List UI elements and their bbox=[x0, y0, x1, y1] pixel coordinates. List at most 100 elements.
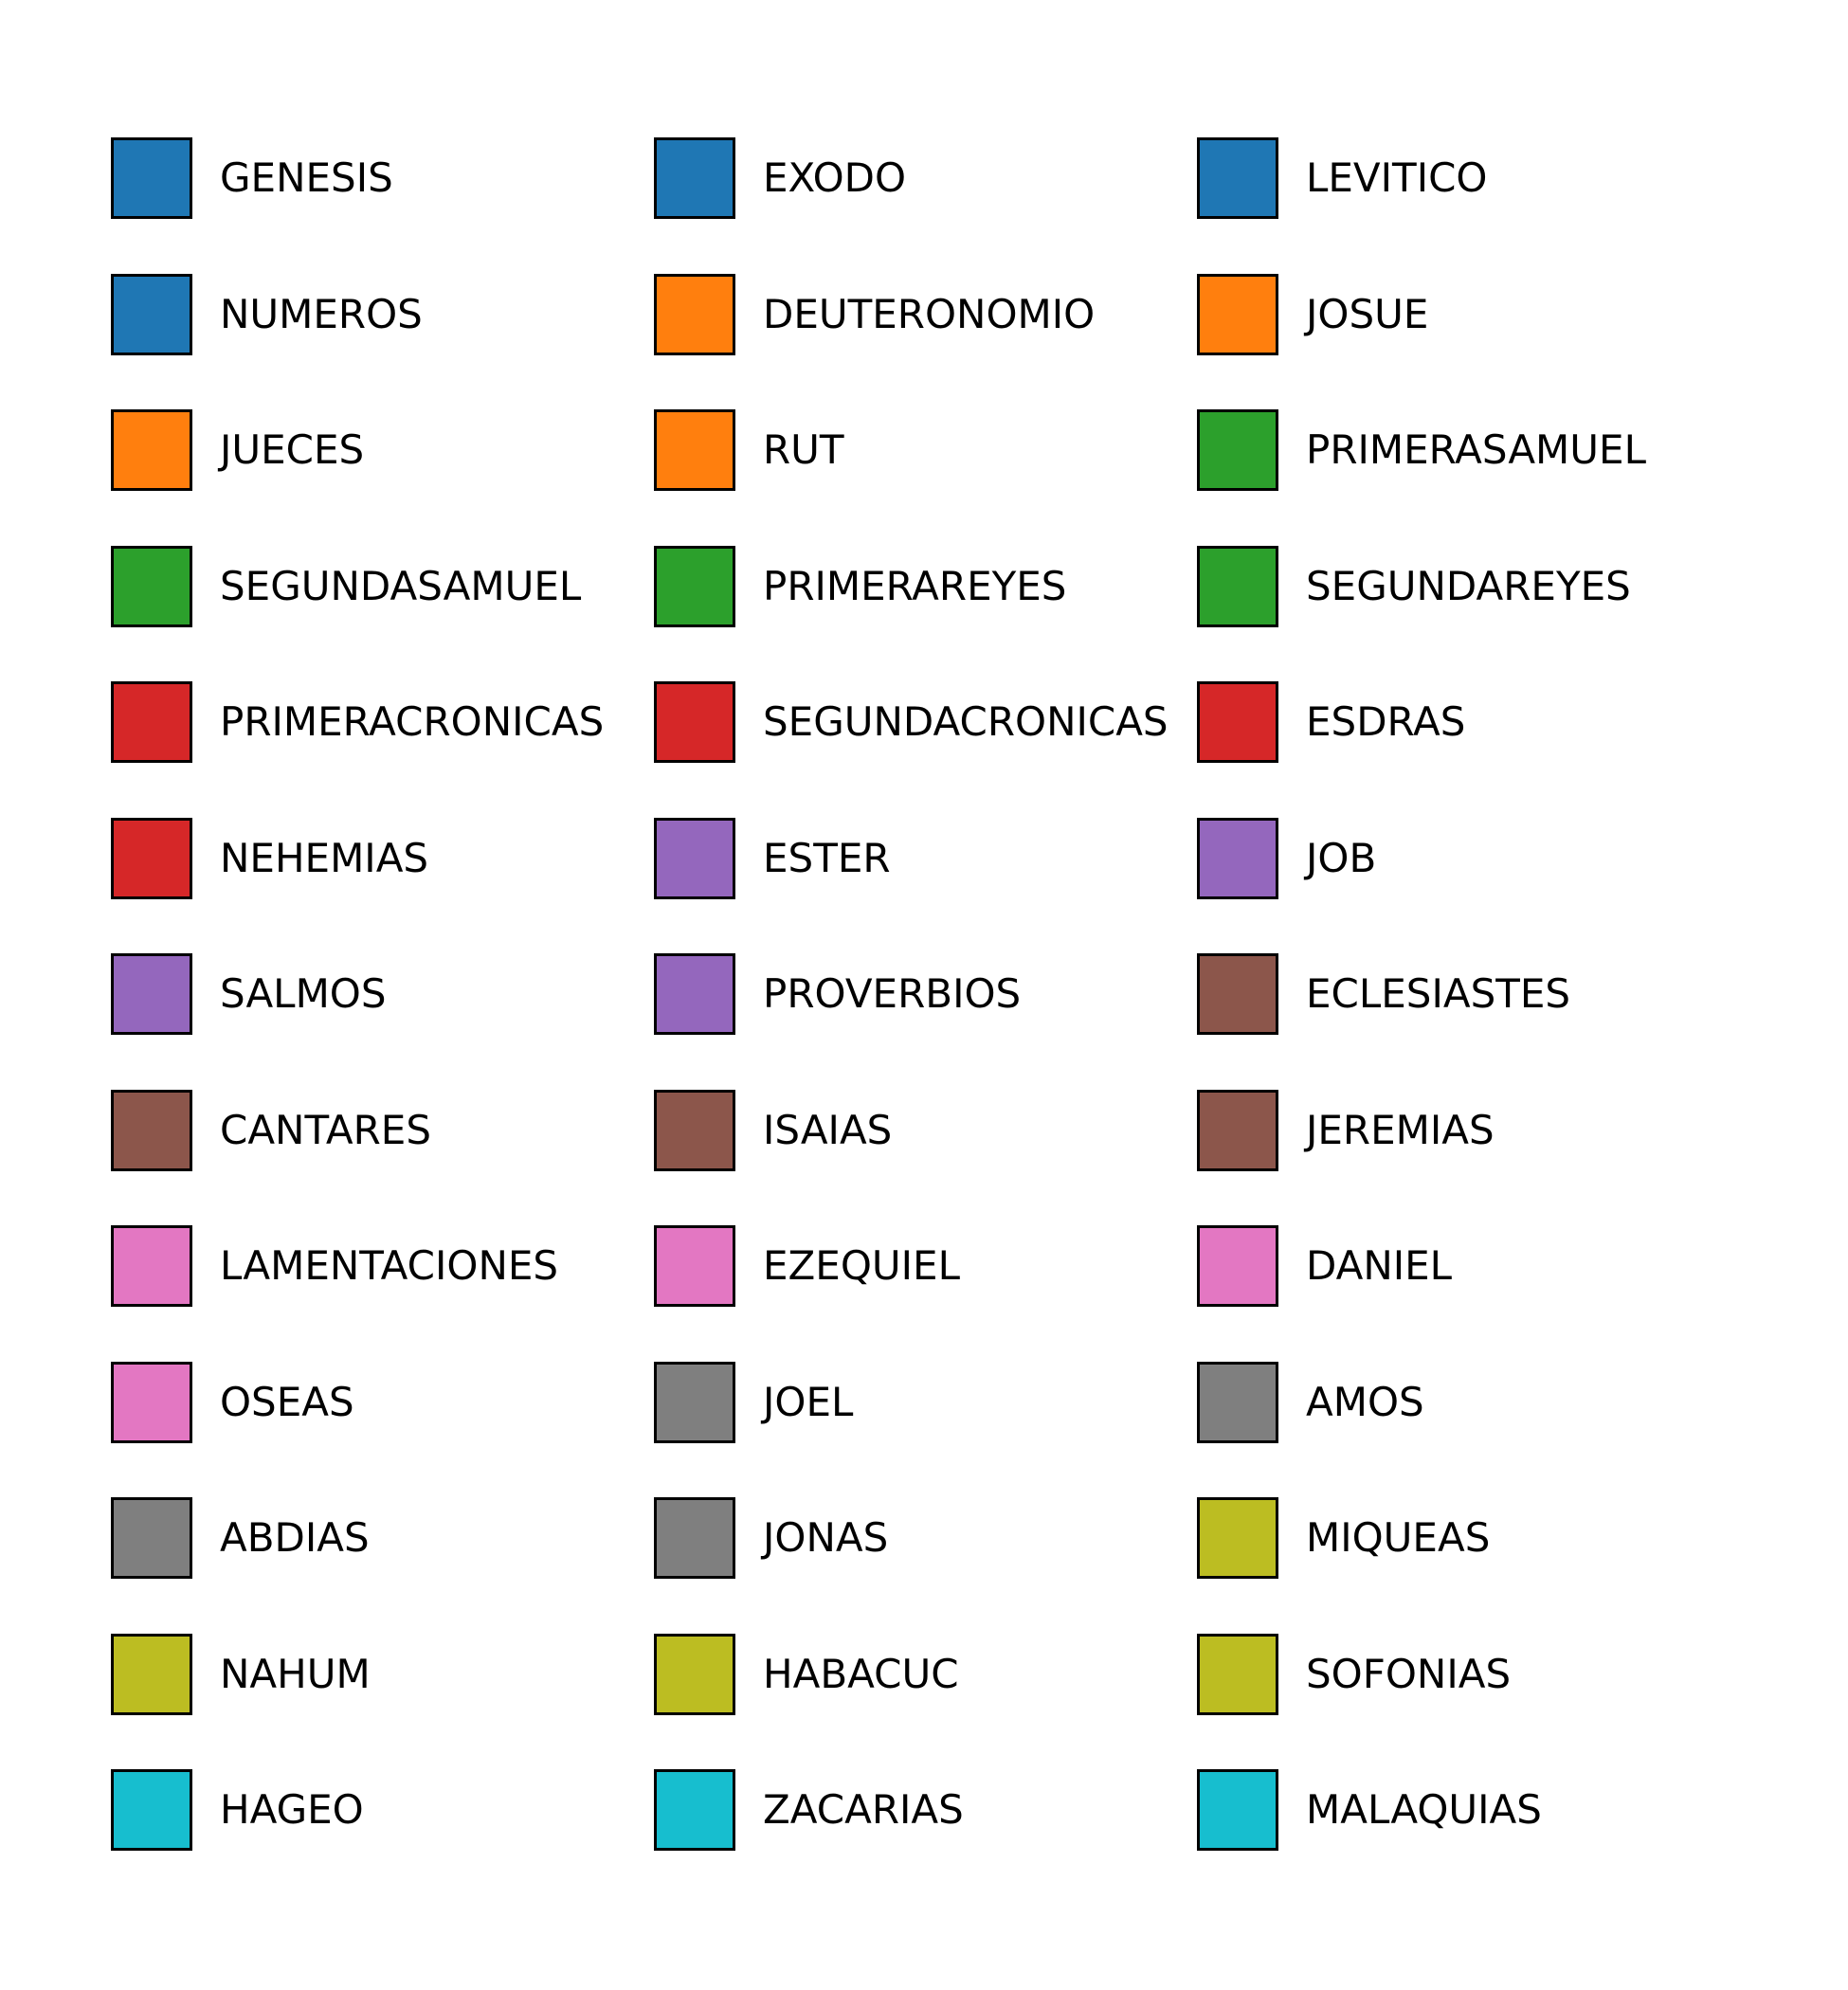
legend-swatch bbox=[1197, 1090, 1278, 1171]
legend-item: SEGUNDACRONICAS bbox=[654, 679, 1169, 765]
legend-label: MALAQUIAS bbox=[1306, 1786, 1542, 1833]
legend-item: DANIEL bbox=[1197, 1223, 1452, 1309]
legend-label: EXODO bbox=[763, 154, 907, 201]
legend-item: LEVITICO bbox=[1197, 136, 1487, 221]
legend-item: LAMENTACIONES bbox=[111, 1223, 558, 1309]
legend-item: JONAS bbox=[654, 1495, 888, 1581]
legend-label: LEVITICO bbox=[1306, 154, 1488, 201]
legend-swatch bbox=[111, 274, 192, 355]
legend-label: DEUTERONOMIO bbox=[763, 291, 1096, 337]
legend-swatch bbox=[654, 1225, 735, 1307]
legend-swatch bbox=[111, 1362, 192, 1443]
legend-swatch bbox=[111, 137, 192, 219]
legend-swatch bbox=[111, 1497, 192, 1579]
legend-item: MIQUEAS bbox=[1197, 1495, 1490, 1581]
legend-swatch bbox=[654, 1497, 735, 1579]
legend: GENESIS EXODO LEVITICO NUMEROS DEUTERONOMIO J… bbox=[0, 0, 1848, 1990]
legend-item: SEGUNDAREYES bbox=[1197, 544, 1631, 629]
legend-swatch bbox=[654, 681, 735, 763]
legend-swatch bbox=[654, 1634, 735, 1715]
legend-swatch bbox=[1197, 1634, 1278, 1715]
legend-label: ESDRAS bbox=[1306, 698, 1466, 745]
legend-swatch bbox=[1197, 1225, 1278, 1307]
legend-item: HAGEO bbox=[111, 1767, 364, 1853]
legend-item: EXODO bbox=[654, 136, 906, 221]
legend-swatch bbox=[1197, 137, 1278, 219]
legend-label: JONAS bbox=[763, 1514, 889, 1561]
legend-swatch bbox=[654, 546, 735, 627]
legend-item: ECLESIASTES bbox=[1197, 951, 1570, 1037]
legend-item: ISAIAS bbox=[654, 1088, 892, 1173]
legend-swatch bbox=[111, 953, 192, 1035]
legend-item: SALMOS bbox=[111, 951, 387, 1037]
legend-label: DANIEL bbox=[1306, 1242, 1453, 1289]
legend-item: PRIMERAREYES bbox=[654, 544, 1066, 629]
legend-item: JOEL bbox=[654, 1360, 853, 1445]
legend-swatch bbox=[654, 137, 735, 219]
legend-item: ESDRAS bbox=[1197, 679, 1465, 765]
legend-label: HAGEO bbox=[220, 1786, 364, 1833]
legend-item: RUT bbox=[654, 407, 844, 493]
legend-label: RUT bbox=[763, 426, 844, 473]
legend-swatch bbox=[654, 953, 735, 1035]
legend-item: ZACARIAS bbox=[654, 1767, 964, 1853]
legend-item: HABACUC bbox=[654, 1632, 959, 1717]
legend-swatch bbox=[1197, 546, 1278, 627]
legend-label: NUMEROS bbox=[220, 291, 423, 337]
legend-item: AMOS bbox=[1197, 1360, 1424, 1445]
legend-label: JOEL bbox=[763, 1379, 854, 1425]
legend-label: PRIMERAREYES bbox=[763, 563, 1067, 609]
legend-label: JUECES bbox=[220, 426, 365, 473]
legend-label: CANTARES bbox=[220, 1107, 431, 1153]
legend-label: PROVERBIOS bbox=[763, 970, 1022, 1017]
legend-label: PRIMERACRONICAS bbox=[220, 698, 605, 745]
legend-label: ZACARIAS bbox=[763, 1786, 964, 1833]
legend-swatch bbox=[111, 818, 192, 899]
legend-item: DEUTERONOMIO bbox=[654, 272, 1095, 357]
legend-item: NEHEMIAS bbox=[111, 816, 428, 901]
legend-swatch bbox=[654, 274, 735, 355]
legend-swatch bbox=[111, 681, 192, 763]
legend-label: LAMENTACIONES bbox=[220, 1242, 559, 1289]
legend-item: OSEAS bbox=[111, 1360, 354, 1445]
legend-item: MALAQUIAS bbox=[1197, 1767, 1542, 1853]
legend-swatch bbox=[1197, 409, 1278, 491]
legend-item: JUECES bbox=[111, 407, 364, 493]
legend-item: EZEQUIEL bbox=[654, 1223, 960, 1309]
legend-swatch bbox=[654, 1362, 735, 1443]
legend-item: CANTARES bbox=[111, 1088, 431, 1173]
legend-swatch bbox=[654, 1090, 735, 1171]
legend-swatch bbox=[654, 818, 735, 899]
legend-swatch bbox=[111, 1090, 192, 1171]
legend-label: PRIMERASAMUEL bbox=[1306, 426, 1646, 473]
legend-label: AMOS bbox=[1306, 1379, 1424, 1425]
legend-label: MIQUEAS bbox=[1306, 1514, 1491, 1561]
legend-item: NAHUM bbox=[111, 1632, 371, 1717]
legend-swatch bbox=[1197, 953, 1278, 1035]
legend-label: ECLESIASTES bbox=[1306, 970, 1571, 1017]
legend-item: JEREMIAS bbox=[1197, 1088, 1495, 1173]
legend-swatch bbox=[1197, 1497, 1278, 1579]
legend-item: PRIMERASAMUEL bbox=[1197, 407, 1646, 493]
legend-label: SEGUNDAREYES bbox=[1306, 563, 1631, 609]
legend-item: GENESIS bbox=[111, 136, 393, 221]
legend-label: SALMOS bbox=[220, 970, 387, 1017]
legend-label: JEREMIAS bbox=[1306, 1107, 1495, 1153]
legend-label: JOSUE bbox=[1306, 291, 1429, 337]
legend-label: SEGUNDASAMUEL bbox=[220, 563, 582, 609]
legend-label: OSEAS bbox=[220, 1379, 354, 1425]
legend-swatch bbox=[1197, 818, 1278, 899]
legend-label: GENESIS bbox=[220, 154, 393, 201]
legend-item: NUMEROS bbox=[111, 272, 423, 357]
legend-label: NEHEMIAS bbox=[220, 835, 429, 881]
legend-label: SOFONIAS bbox=[1306, 1651, 1512, 1697]
legend-item: ABDIAS bbox=[111, 1495, 370, 1581]
legend-label: JOB bbox=[1306, 835, 1377, 881]
legend-label: ISAIAS bbox=[763, 1107, 893, 1153]
legend-swatch bbox=[111, 1634, 192, 1715]
legend-swatch bbox=[1197, 681, 1278, 763]
legend-item: SOFONIAS bbox=[1197, 1632, 1511, 1717]
legend-swatch bbox=[654, 1769, 735, 1851]
legend-label: SEGUNDACRONICAS bbox=[763, 698, 1169, 745]
legend-item: SEGUNDASAMUEL bbox=[111, 544, 581, 629]
